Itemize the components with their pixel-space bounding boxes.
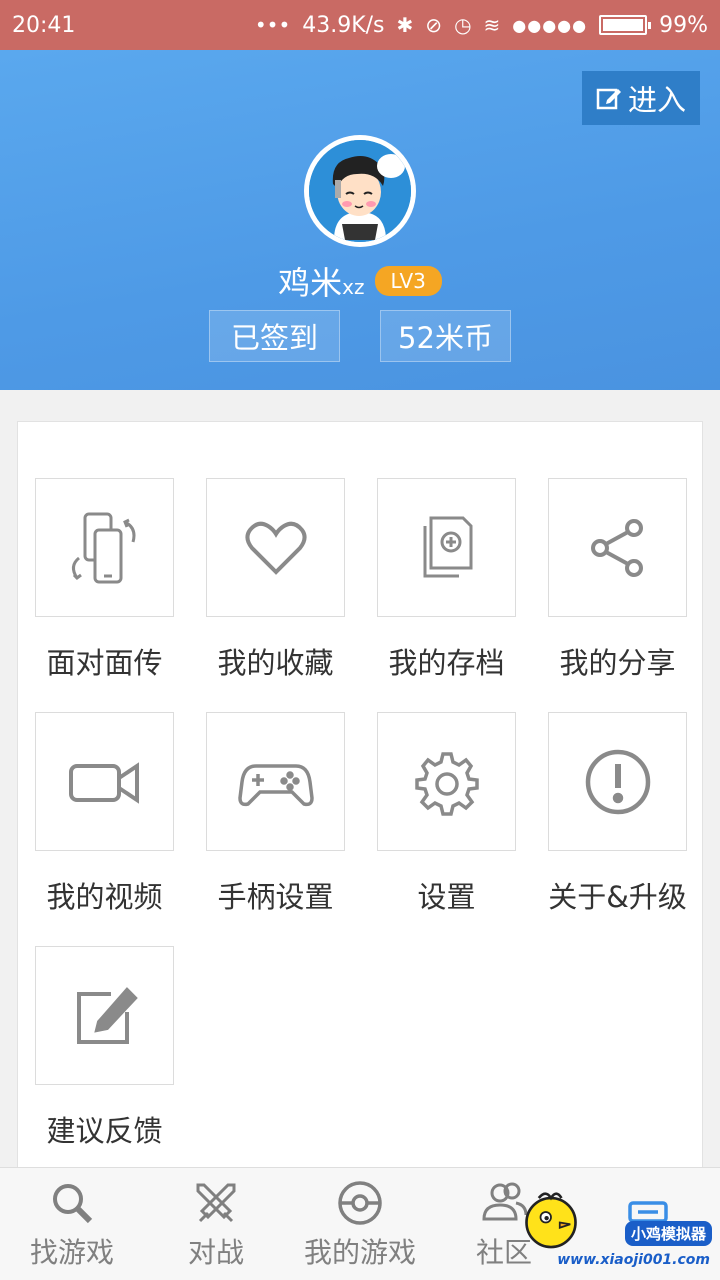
tile-label-settings: 设置 [417, 880, 476, 914]
level-badge: LV3 [374, 266, 442, 296]
video-camera-icon [68, 761, 139, 804]
edit-icon [596, 88, 621, 110]
avatar[interactable] [304, 135, 416, 247]
alarm-icon: ◷ [454, 13, 472, 37]
nav-find-games[interactable]: 找游戏 [0, 1168, 144, 1280]
nav-label-battle: 对战 [187, 1236, 244, 1269]
network-speed: 43.9K/s [302, 12, 385, 38]
status-bar: 20:41 ••• 43.9K/s ✱ ⊘ ◷ ≋ ●●●●● 99% [0, 0, 720, 50]
search-icon [53, 1184, 93, 1224]
chick-logo-icon [525, 1192, 577, 1249]
tile-label-saves: 我的存档 [388, 646, 505, 680]
username: 鸡米xz [278, 264, 365, 302]
profile-header: 进入 鸡米xz LV3 已签到 52米币 [0, 50, 720, 390]
tile-saves[interactable] [377, 478, 516, 617]
avatar-cartoon [309, 140, 411, 242]
tile-gamepad-settings[interactable] [206, 712, 345, 851]
tile-label-feedback: 建议反馈 [46, 1114, 163, 1148]
tile-label-face-to-face: 面对面传 [46, 646, 163, 680]
save-file-icon [423, 516, 472, 577]
signed-in-button[interactable]: 已签到 [209, 310, 340, 362]
enter-button[interactable]: 进入 [582, 71, 700, 125]
tile-label-favorites: 我的收藏 [217, 646, 334, 680]
pokeball-icon [338, 1181, 382, 1225]
tile-feedback[interactable] [35, 946, 174, 1085]
signal-icon: ●●●●● [512, 15, 588, 35]
gear-icon [414, 751, 479, 816]
avatar-image [309, 140, 411, 242]
tile-videos[interactable] [35, 712, 174, 851]
tile-label-videos: 我的视频 [46, 880, 163, 914]
tile-label-share: 我的分享 [559, 646, 676, 680]
heart-icon [244, 521, 307, 575]
nav-battle[interactable]: 对战 [144, 1168, 288, 1280]
mute-icon: ⊘ [425, 13, 443, 37]
tile-face-to-face[interactable] [35, 478, 174, 617]
tile-settings[interactable] [377, 712, 516, 851]
status-time: 20:41 [12, 12, 76, 38]
watermark-name: 小鸡模拟器 [624, 1221, 712, 1246]
tile-favorites[interactable] [206, 478, 345, 617]
enter-label: 进入 [627, 83, 686, 117]
share-icon [590, 518, 643, 577]
tile-share[interactable] [548, 478, 687, 617]
nav-my-games[interactable]: 我的游戏 [288, 1168, 432, 1280]
tile-label-gamepad-settings: 手柄设置 [217, 880, 334, 914]
watermark-url: www.xiaoji001.com [557, 1252, 710, 1268]
battery-percent: 99% [659, 12, 708, 38]
phone-transfer-icon [71, 512, 135, 583]
info-exclamation-icon [585, 749, 650, 814]
gamepad-icon [237, 763, 314, 806]
app-root: 20:41 ••• 43.9K/s ✱ ⊘ ◷ ≋ ●●●●● 99% 进入 鸡… [0, 0, 720, 1280]
menu-card: 面对面传 我的收藏 我的存档 我的分享 我的视频 手柄设置 设置 关于&升级 建… [17, 421, 703, 1181]
battery-icon [599, 15, 652, 35]
bluetooth-icon: ✱ [396, 13, 414, 37]
coins-button[interactable]: 52米币 [380, 310, 511, 362]
tile-label-about: 关于&升级 [548, 880, 687, 914]
edit-feedback-icon [76, 986, 138, 1044]
tile-about[interactable] [548, 712, 687, 851]
username-row: 鸡米xz LV3 [0, 258, 720, 304]
status-right: ••• 43.9K/s ✱ ⊘ ◷ ≋ ●●●●● 99% [255, 13, 708, 38]
nav-label-find-games: 找游戏 [29, 1236, 114, 1269]
watermark: 小鸡模拟器 www.xiaoji001.com [516, 1184, 716, 1274]
nav-label-my-games: 我的游戏 [303, 1236, 416, 1269]
wifi-icon: ≋ [483, 13, 501, 37]
swords-icon [196, 1183, 236, 1223]
more-dots: ••• [254, 13, 291, 37]
